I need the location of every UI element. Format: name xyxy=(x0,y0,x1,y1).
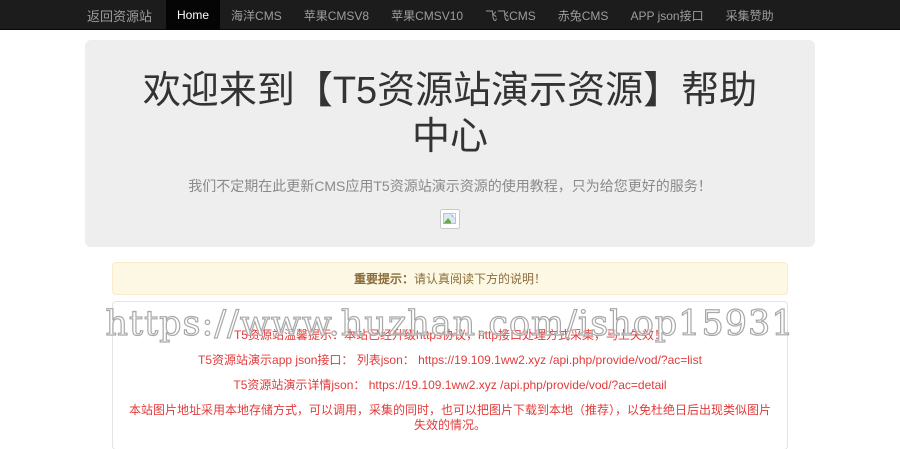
important-notice-alert: 重要提示：请认真阅读下方的说明！ xyxy=(112,262,788,295)
alert-text: 请认真阅读下方的说明！ xyxy=(414,272,547,286)
notice-line-images: 本站图片地址采用本地存储方式，可以调用，采集的同时，也可以把图片下载到本地（推荐… xyxy=(128,403,771,432)
notice-line-https: T5资源站温馨提示：本站已经升级https协议，http接口处理方式采集，马上失… xyxy=(233,328,667,342)
page-title: 欢迎来到【T5资源站演示资源】帮助中心 xyxy=(142,70,758,159)
nav-item-pingguo-cmsv10[interactable]: 苹果CMSV10 xyxy=(380,0,474,30)
alert-bold-label: 重要提示： xyxy=(353,272,414,286)
api-info-panel: https://www.huzhan.com/ishop15931 T5资源站温… xyxy=(105,301,794,449)
nav-item-chitu-cms[interactable]: 赤兔CMS xyxy=(547,0,620,30)
top-navbar: 返回资源站 Home 海洋CMS 苹果CMSV8 苹果CMSV10 飞飞CMS … xyxy=(0,0,900,30)
nav-item-feifei-cms[interactable]: 飞飞CMS xyxy=(474,0,547,30)
page-subtitle: 我们不定期在此更新CMS应用T5资源站演示资源的使用教程，只为给您更好的服务！ xyxy=(188,177,712,194)
notice-line-detail-json: T5资源站演示详情json： https://19.109.1ww2.xyz /… xyxy=(233,378,667,392)
notice-line-list-json: T5资源站演示app json接口： 列表json： https://19.10… xyxy=(198,353,702,367)
nav-item-haiyang-cms[interactable]: 海洋CMS xyxy=(220,0,293,30)
nav-item-caiji-zanzhu[interactable]: 采集赞助 xyxy=(715,0,785,30)
navbar-brand[interactable]: 返回资源站 xyxy=(85,0,166,30)
hero-jumbotron: 欢迎来到【T5资源站演示资源】帮助中心 我们不定期在此更新CMS应用T5资源站演… xyxy=(85,40,815,247)
navbar-container: 返回资源站 Home 海洋CMS 苹果CMSV8 苹果CMSV10 飞飞CMS … xyxy=(85,0,815,30)
nav-item-home[interactable]: Home xyxy=(166,0,221,30)
nav-item-pingguo-cmsv8[interactable]: 苹果CMSV8 xyxy=(293,0,380,30)
nav-item-app-json-api[interactable]: APP json接口 xyxy=(619,0,714,30)
broken-image-icon xyxy=(440,208,460,234)
